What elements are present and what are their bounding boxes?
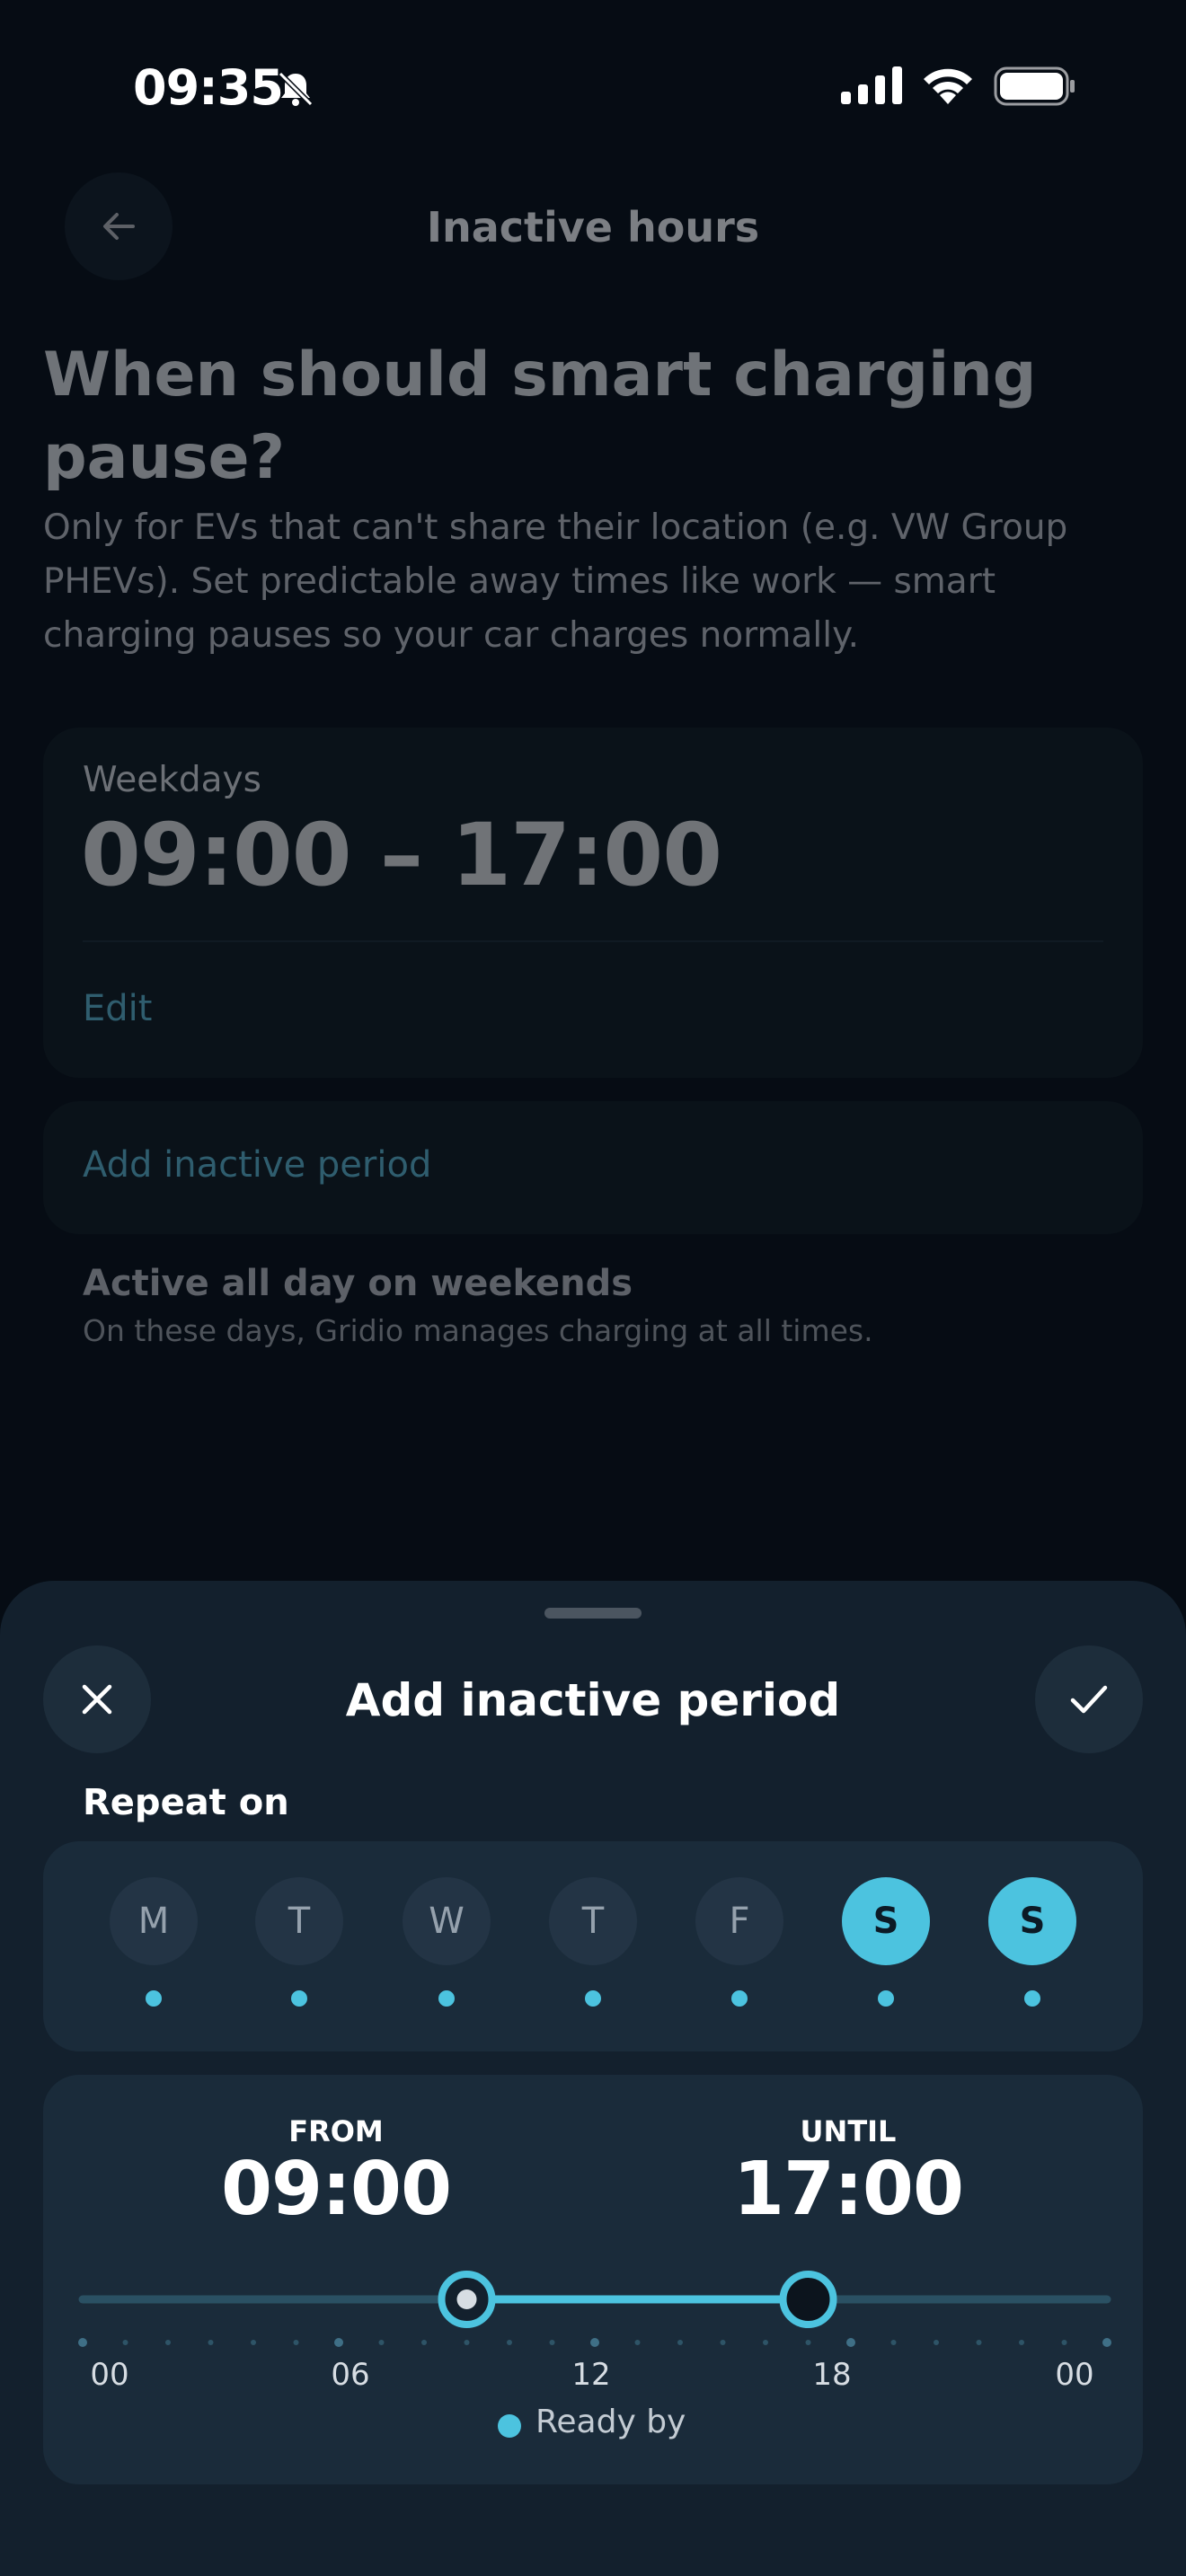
slider-hour-tick <box>890 2340 897 2345</box>
day-indicator-dot <box>1024 1990 1040 2007</box>
ready-by-legend-label: Ready by <box>535 2404 686 2440</box>
status-time: 09:35 <box>133 59 284 116</box>
slider-hour-tick <box>208 2340 214 2345</box>
slider-hour-tick <box>846 2338 855 2347</box>
ready-by-legend-dot <box>498 2414 521 2438</box>
bell-slash-icon <box>278 71 314 107</box>
slider-hour-tick <box>976 2340 982 2345</box>
sheet-drag-handle[interactable] <box>544 1608 642 1619</box>
cellular-signal-icon <box>841 66 902 104</box>
day-indicator-dot <box>585 1990 601 2007</box>
slider-hour-tick <box>334 2338 343 2347</box>
period-time-range: 09:00 – 17:00 <box>81 805 722 905</box>
slider-hour-tick <box>549 2340 555 2345</box>
day-indicator-dot <box>878 1990 894 2007</box>
sheet-title: Add inactive period <box>345 1674 841 1726</box>
slider-tick-label: 00 <box>90 2357 129 2393</box>
slider-hour-tick <box>1019 2340 1024 2345</box>
day-indicator-dot <box>146 1990 162 2007</box>
slider-tick-label: 06 <box>331 2357 370 2393</box>
day-toggle-saturday[interactable]: S <box>842 1877 930 1965</box>
from-label: FROM <box>288 2114 384 2148</box>
day-toggle-tuesday[interactable]: T <box>255 1877 343 1965</box>
slider-hour-tick <box>590 2338 599 2347</box>
slider-hour-tick <box>1061 2340 1067 2345</box>
slider-hour-tick <box>464 2340 470 2345</box>
day-toggle-thursday[interactable]: T <box>549 1877 637 1965</box>
divider <box>83 940 1103 942</box>
add-period-button[interactable]: Add inactive period <box>83 1144 431 1186</box>
description: Only for EVs that can't share their loca… <box>43 507 1068 656</box>
slider-end-handle[interactable] <box>779 2271 837 2328</box>
slider-hour-tick <box>421 2340 427 2345</box>
day-toggle-wednesday[interactable]: W <box>403 1877 491 1965</box>
slider-hour-tick <box>1102 2338 1111 2347</box>
slider-hour-tick <box>293 2340 299 2345</box>
headline: When should smart charging pause? <box>43 340 1037 493</box>
slider-hour-tick <box>805 2340 811 2345</box>
day-indicator-dot <box>291 1990 307 2007</box>
slider-hour-tick <box>165 2340 171 2345</box>
battery-icon <box>994 66 1075 106</box>
slider-hour-tick <box>122 2340 128 2345</box>
slider-hour-tick <box>763 2340 768 2345</box>
day-toggle-friday[interactable]: F <box>695 1877 783 1965</box>
day-indicator-dot <box>438 1990 455 2007</box>
slider-hour-tick <box>634 2340 641 2345</box>
slider-start-handle-dot[interactable] <box>456 2289 477 2309</box>
weekend-title: Active all day on weekends <box>83 1263 633 1304</box>
slider-hour-tick <box>251 2340 256 2345</box>
slider-hour-tick <box>720 2340 726 2345</box>
slider-tick-label: 12 <box>571 2357 611 2393</box>
slider-hour-tick <box>677 2340 683 2345</box>
slider-tick-label: 00 <box>1055 2357 1094 2393</box>
repeat-on-label: Repeat on <box>83 1782 289 1823</box>
time-range-slider[interactable] <box>43 2245 1143 2425</box>
page-title: Inactive hours <box>426 203 760 251</box>
wifi-icon <box>924 68 972 104</box>
slider-hour-tick <box>78 2338 87 2347</box>
slider-hour-tick <box>934 2340 939 2345</box>
until-label: UNTIL <box>800 2114 897 2148</box>
period-label: Weekdays <box>83 760 261 800</box>
day-indicator-dot <box>731 1990 748 2007</box>
slider-tick-label: 18 <box>812 2357 852 2393</box>
edit-period-button[interactable]: Edit <box>83 988 152 1029</box>
until-time[interactable]: 17:00 <box>668 2147 1028 2232</box>
day-toggle-sunday[interactable]: S <box>988 1877 1076 1965</box>
checkmark-icon <box>1070 1685 1108 1714</box>
from-time[interactable]: 09:00 <box>156 2147 516 2232</box>
day-toggle-monday[interactable]: M <box>110 1877 198 1965</box>
confirm-button[interactable] <box>1035 1645 1143 1753</box>
slider-hour-tick <box>507 2340 512 2345</box>
slider-hour-tick <box>378 2340 385 2345</box>
weekend-subtitle: On these days, Gridio manages charging a… <box>83 1313 873 1348</box>
